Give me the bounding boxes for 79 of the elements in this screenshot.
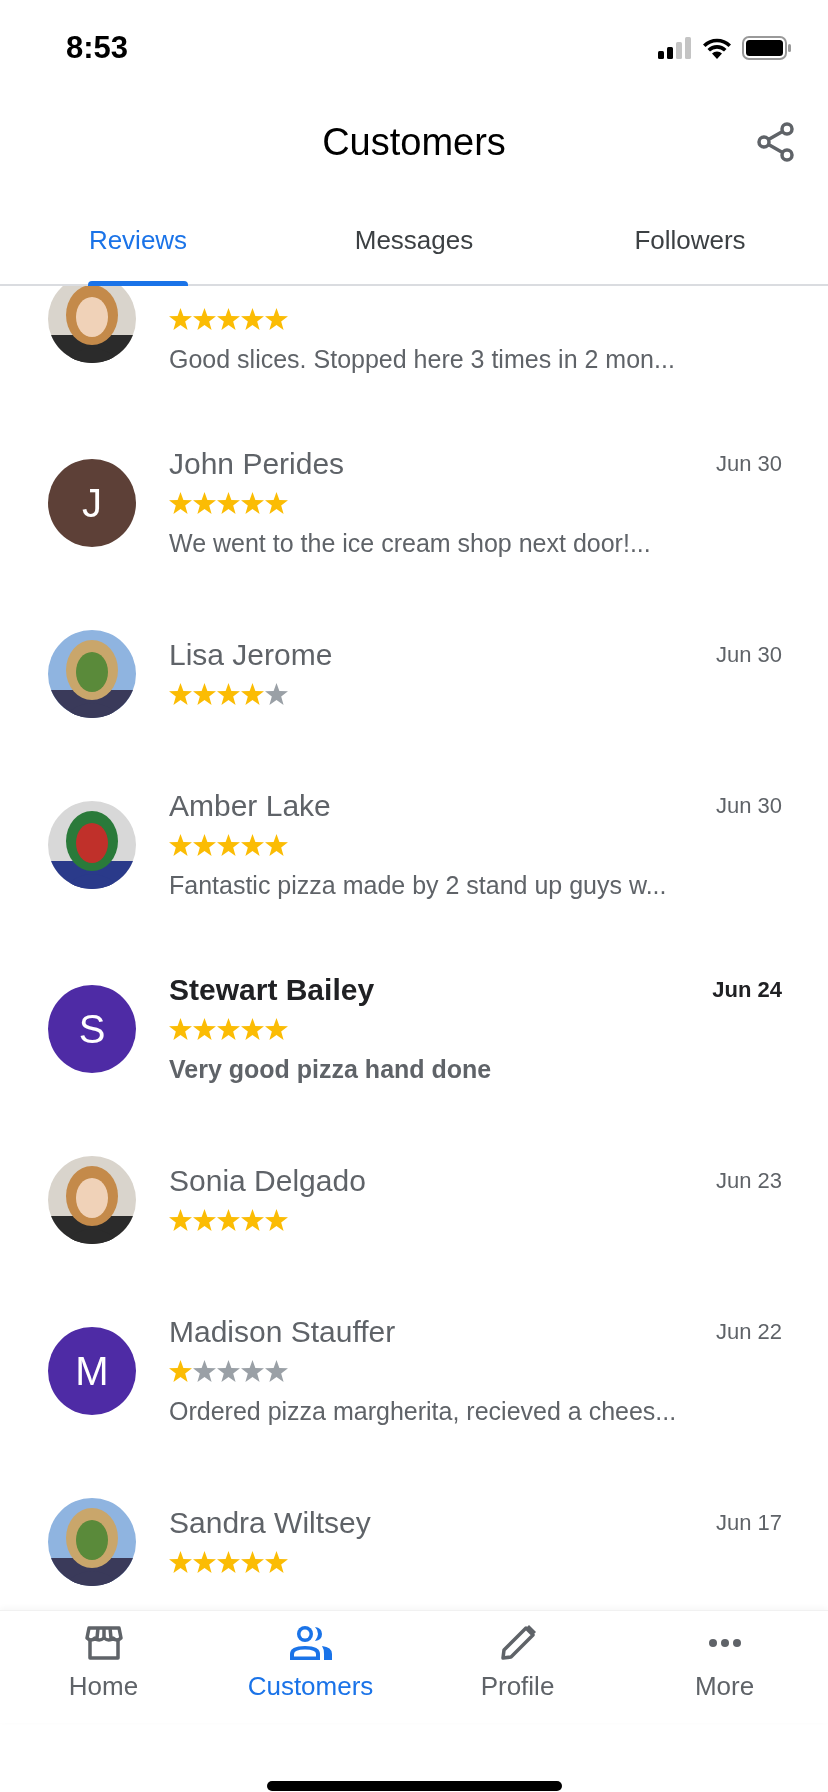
star-icon: [265, 308, 288, 330]
review-text: Very good pizza hand done: [169, 1054, 493, 1085]
tab[interactable]: Messages: [276, 190, 552, 284]
avatar: J: [48, 459, 136, 547]
star-icon: [265, 1360, 288, 1382]
star-icon: [169, 492, 192, 514]
review-date: Jun 30: [715, 793, 782, 819]
nav-item[interactable]: More: [621, 1623, 828, 1723]
review-date: Jun 30: [715, 642, 782, 668]
star-icon: [193, 1551, 216, 1573]
status-time: 8:53: [66, 29, 129, 66]
review-date: Jun 22: [715, 1319, 782, 1345]
star-icon: [265, 834, 288, 856]
reviewer-name: Madison Stauffer: [169, 1315, 396, 1349]
star-icon: [241, 1360, 264, 1382]
page-title: Customers: [322, 121, 506, 164]
star-icon: [193, 492, 216, 514]
star-icon: [241, 492, 264, 514]
nav-item[interactable]: Customers: [207, 1623, 414, 1723]
reviewer-name: Amber Lake: [169, 789, 331, 823]
star-icon: [169, 1551, 192, 1573]
star-icon: [217, 1551, 240, 1573]
star-icon: [193, 1209, 216, 1231]
nav-item[interactable]: Profile: [414, 1623, 621, 1723]
wifi-icon: [702, 36, 732, 59]
star-icon: [169, 683, 192, 705]
people-icon: [287, 1625, 334, 1661]
star-icon: [193, 308, 216, 330]
reviewer-name: Stewart Bailey: [169, 973, 375, 1007]
tab[interactable]: Followers: [552, 190, 828, 284]
review-date: Jun 23: [715, 1168, 782, 1194]
star-icon: [217, 1018, 240, 1040]
star-icon: [241, 683, 264, 705]
star-icon: [241, 834, 264, 856]
review-text: Good slices. Stopped here 3 times in 2 mon...: [169, 344, 676, 375]
star-icon: [217, 834, 240, 856]
reviewer-name: John Perides: [169, 447, 345, 481]
avatar: M: [48, 1327, 136, 1415]
store-icon: [83, 1625, 124, 1661]
tab[interactable]: Reviews: [0, 190, 276, 284]
star-icon: [217, 308, 240, 330]
signal-icon: [658, 36, 692, 59]
star-icon: [193, 1018, 216, 1040]
share-button[interactable]: [756, 121, 796, 163]
star-icon: [193, 834, 216, 856]
more-icon: [707, 1638, 742, 1648]
nav-item[interactable]: Home: [0, 1623, 207, 1723]
reviewer-name: Sonia Delgado: [169, 1164, 366, 1198]
review-text: Fantastic pizza made by 2 stand up guys w...: [169, 870, 668, 901]
review-date: Jun 17: [715, 1510, 782, 1536]
star-icon: [193, 1360, 216, 1382]
star-icon: [193, 683, 216, 705]
star-icon: [241, 1018, 264, 1040]
star-icon: [217, 1360, 240, 1382]
avatar: S: [48, 985, 136, 1073]
star-icon: [265, 1209, 288, 1231]
star-icon: [169, 1018, 192, 1040]
star-icon: [217, 683, 240, 705]
battery-icon: [742, 35, 792, 60]
star-icon: [241, 1209, 264, 1231]
star-icon: [169, 1360, 192, 1382]
review-date: Jun 30: [715, 451, 782, 477]
pencil-icon: [498, 1624, 537, 1662]
star-icon: [265, 1018, 288, 1040]
reviewer-name: Sandra Wiltsey: [169, 1506, 371, 1540]
star-icon: [265, 492, 288, 514]
reviewer-name: Lisa Jerome: [169, 638, 333, 672]
review-text: We went to the ice cream shop next door!...: [169, 528, 652, 559]
star-icon: [265, 683, 288, 705]
star-icon: [169, 834, 192, 856]
review-date: Jun 24: [712, 977, 782, 1003]
star-icon: [265, 1551, 288, 1573]
star-icon: [217, 492, 240, 514]
star-icon: [241, 1551, 264, 1573]
star-icon: [217, 1209, 240, 1231]
star-icon: [241, 308, 264, 330]
star-icon: [169, 308, 192, 330]
star-icon: [169, 1209, 192, 1231]
review-text: Ordered pizza margherita, recieved a chees...: [169, 1396, 678, 1427]
